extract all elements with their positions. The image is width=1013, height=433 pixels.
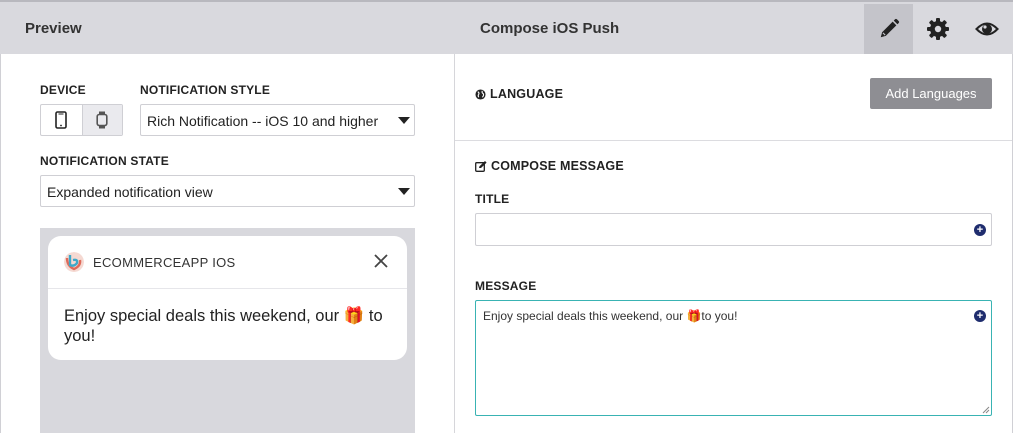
top-bar: Preview Compose iOS Push — [0, 0, 1013, 54]
section-divider — [455, 140, 1012, 141]
device-preview: ECOMMERCEAPP IOS Enjoy special deals thi… — [40, 228, 415, 433]
message-textarea[interactable]: Enjoy special deals this weekend, our 🎁t… — [475, 300, 992, 416]
notification-state-label: NOTIFICATION STATE — [40, 154, 169, 168]
panel-divider — [454, 54, 455, 433]
device-toggle — [40, 104, 123, 136]
phone-icon — [55, 111, 68, 129]
gear-icon — [926, 18, 949, 40]
notification-style-label: NOTIFICATION STYLE — [140, 83, 271, 97]
message-value: Enjoy special deals this weekend, our 🎁t… — [483, 309, 738, 323]
notification-style-value: Rich Notification -- iOS 10 and higher — [147, 113, 379, 129]
device-watch-button[interactable] — [81, 105, 122, 135]
add-personalization-icon[interactable]: + — [974, 310, 986, 322]
app-logo-icon — [64, 252, 84, 272]
eye-icon — [974, 22, 999, 36]
notification-state-select[interactable]: Expanded notification view — [40, 175, 415, 207]
globe-icon — [475, 88, 486, 100]
add-personalization-icon[interactable]: + — [974, 224, 986, 236]
title-label: TITLE — [475, 192, 510, 206]
close-icon[interactable] — [373, 253, 389, 269]
language-heading: LANGUAGE — [475, 87, 563, 101]
divider — [48, 288, 407, 289]
device-label: DEVICE — [40, 83, 86, 97]
edit-mode-button[interactable] — [864, 4, 913, 54]
pencil-icon — [880, 18, 899, 38]
title-input[interactable]: + — [475, 213, 992, 246]
notification-card: ECOMMERCEAPP IOS Enjoy special deals thi… — [48, 236, 407, 360]
chevron-down-icon — [398, 188, 410, 195]
app-name: ECOMMERCEAPP IOS — [93, 255, 236, 270]
compose-heading-text: COMPOSE MESSAGE — [491, 159, 624, 173]
settings-button[interactable] — [913, 4, 962, 54]
preview-mode-button[interactable] — [962, 4, 1011, 54]
chevron-down-icon — [398, 117, 410, 124]
page-title: Compose iOS Push — [480, 20, 620, 37]
edit-square-icon — [475, 160, 487, 172]
device-phone-button[interactable] — [41, 105, 82, 135]
message-label: MESSAGE — [475, 279, 537, 293]
preview-heading: Preview — [25, 20, 82, 37]
resize-handle-icon[interactable] — [980, 404, 990, 414]
watch-icon — [96, 111, 108, 129]
notification-body: Enjoy special deals this weekend, our 🎁 … — [64, 307, 383, 345]
notification-style-select[interactable]: Rich Notification -- iOS 10 and higher — [140, 104, 415, 136]
language-heading-text: LANGUAGE — [490, 87, 564, 101]
compose-heading: COMPOSE MESSAGE — [475, 159, 624, 173]
add-languages-button[interactable]: Add Languages — [870, 78, 992, 109]
notification-state-value: Expanded notification view — [47, 184, 213, 200]
